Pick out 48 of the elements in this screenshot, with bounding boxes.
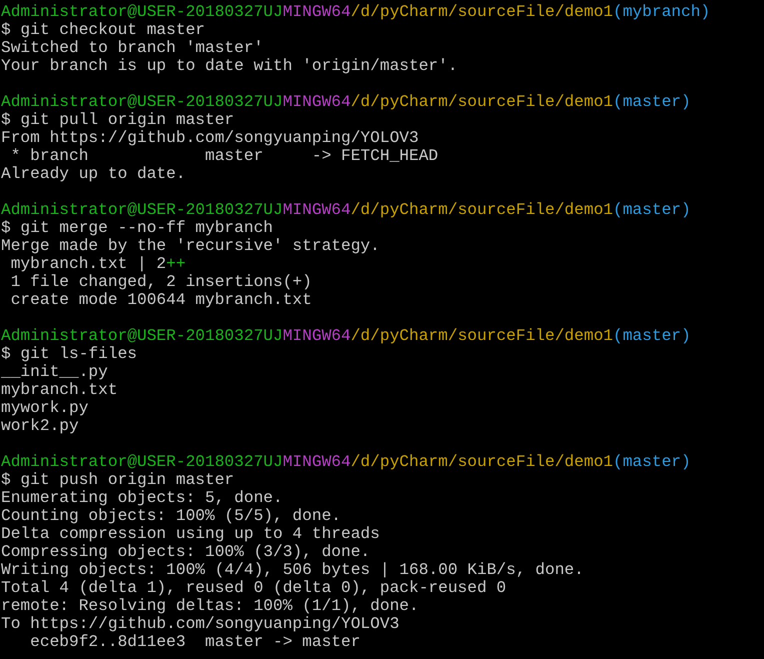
- output-line: Compressing objects: 100% (3/3), done.: [1, 543, 370, 561]
- prompt-shell: MINGW64: [282, 93, 351, 111]
- output-line: work2.py: [1, 417, 79, 435]
- prompt-shell: MINGW64: [282, 201, 351, 219]
- diffstat-graph: ++: [166, 255, 186, 273]
- prompt-path: /d/pyCharm/sourceFile/demo1: [350, 3, 613, 21]
- prompt-branch: (master): [613, 201, 691, 219]
- output-line: create mode 100644 mybranch.txt: [10, 291, 312, 309]
- command-line: $ git ls-files: [1, 345, 137, 363]
- prompt-user-host: Administrator@USER-20180327UJ: [1, 93, 283, 111]
- output-line: Total 4 (delta 1), reused 0 (delta 0), pack-reused 0: [1, 579, 506, 597]
- output-line: Already up to date.: [1, 165, 186, 183]
- output-line: Counting objects: 100% (5/5), done.: [1, 507, 341, 525]
- prompt-shell: MINGW64: [282, 453, 351, 471]
- command-line: $ git merge --no-ff mybranch: [1, 219, 273, 237]
- output-line: Merge made by the 'recursive' strategy.: [1, 237, 380, 255]
- prompt-branch: (master): [613, 453, 691, 471]
- output-line: Your branch is up to date with 'origin/master'.: [1, 57, 458, 75]
- output-line: To https://github.com/songyuanping/YOLOV3: [1, 615, 400, 633]
- prompt-shell: MINGW64: [282, 3, 351, 21]
- output-line: From https://github.com/songyuanping/YOLOV3: [1, 129, 419, 147]
- output-line: Delta compression using up to 4 threads: [1, 525, 380, 543]
- output-line: 1 file changed, 2 insertions(+): [10, 273, 312, 291]
- output-line: Enumerating objects: 5, done.: [1, 489, 283, 507]
- command-line: $ git checkout master: [1, 21, 205, 39]
- prompt-path: /d/pyCharm/sourceFile/demo1: [350, 453, 613, 471]
- diffstat-line: mybranch.txt | 2: [10, 255, 166, 273]
- prompt-user-host: Administrator@USER-20180327UJ: [1, 327, 283, 345]
- output-line: eceb9f2..8d11ee3 master -> master: [29, 633, 360, 651]
- prompt-branch: (master): [613, 327, 691, 345]
- output-line: remote: Resolving deltas: 100% (1/1), done.: [1, 597, 419, 615]
- prompt-user-host: Administrator@USER-20180327UJ: [1, 453, 283, 471]
- prompt-user-host: Administrator@USER-20180327UJ: [1, 201, 283, 219]
- prompt-shell: MINGW64: [282, 327, 351, 345]
- prompt-branch: (mybranch): [613, 3, 710, 21]
- output-line: * branch master -> FETCH_HEAD: [10, 147, 438, 165]
- prompt-branch: (master): [613, 93, 691, 111]
- prompt-user-host: Administrator@USER-20180327UJ: [1, 3, 283, 21]
- output-line: Writing objects: 100% (4/4), 506 bytes | 168.00 KiB/s, done.: [1, 561, 584, 579]
- prompt-path: /d/pyCharm/sourceFile/demo1: [350, 201, 613, 219]
- output-line: mybranch.txt: [1, 381, 118, 399]
- output-line: mywork.py: [1, 399, 88, 417]
- prompt-path: /d/pyCharm/sourceFile/demo1: [350, 93, 613, 111]
- command-line: $ git push origin master: [1, 471, 234, 489]
- output-line: Switched to branch 'master': [1, 39, 264, 57]
- prompt-path: /d/pyCharm/sourceFile/demo1: [350, 327, 613, 345]
- output-line: __init__.py: [1, 363, 108, 381]
- command-line: $ git pull origin master: [1, 111, 234, 129]
